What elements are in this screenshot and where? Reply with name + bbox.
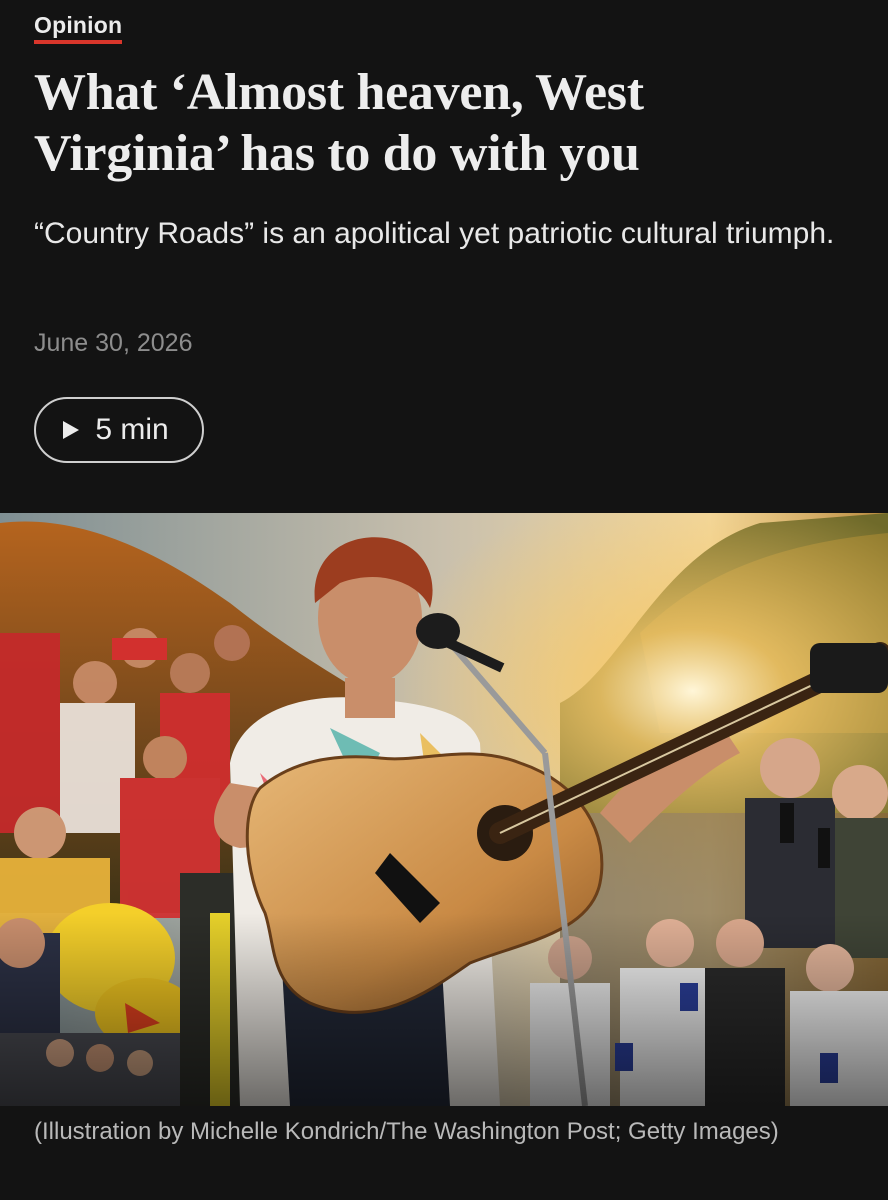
image-caption: (Illustration by Michelle Kondrich/The W… — [34, 1118, 779, 1145]
article-illustration[interactable] — [0, 513, 888, 1106]
article-dek: “Country Roads” is an apolitical yet pat… — [34, 217, 835, 250]
listen-duration-label: 5 min — [95, 413, 169, 446]
listen-audio-button[interactable]: 5 min — [34, 397, 204, 463]
illustration-image — [0, 513, 888, 1106]
play-icon — [63, 421, 80, 439]
article-headline: What ‘Almost heaven, West Virginia’ has … — [34, 64, 644, 182]
section-label-opinion[interactable]: Opinion — [34, 11, 123, 44]
publish-date: June 30, 2026 — [34, 329, 193, 357]
